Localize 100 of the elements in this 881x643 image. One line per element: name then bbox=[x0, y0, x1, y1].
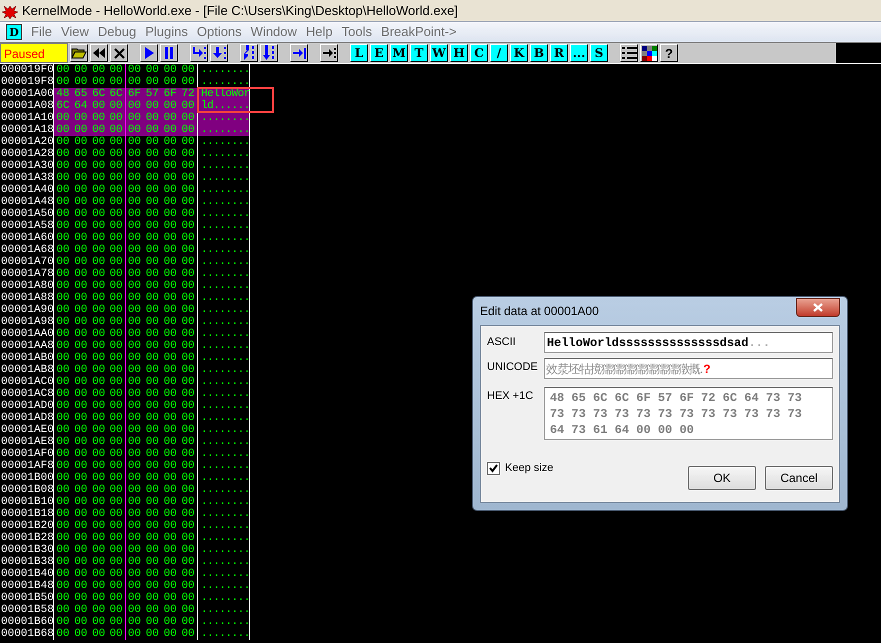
toolbar-button[interactable]: E bbox=[370, 44, 388, 62]
hex-byte: 00 bbox=[162, 388, 178, 400]
ascii-cell: ........ bbox=[198, 616, 250, 628]
hex-byte: 00 bbox=[73, 400, 88, 412]
menu-item[interactable]: Tools bbox=[342, 22, 372, 42]
hex-byte: 00 bbox=[144, 172, 160, 184]
menu-item[interactable]: Debug bbox=[98, 22, 136, 42]
menu-item[interactable]: Plugins bbox=[145, 22, 188, 42]
toolbar-button[interactable] bbox=[320, 44, 338, 62]
dialog-button[interactable]: Cancel bbox=[765, 466, 833, 490]
menu-item[interactable]: BreakPoint-> bbox=[381, 22, 457, 42]
toolbar-button[interactable]: M bbox=[390, 44, 408, 62]
toolbar-button[interactable]: ... bbox=[570, 44, 588, 62]
address-cell: 00001AA0 bbox=[0, 328, 54, 340]
hex-byte: 00 bbox=[73, 220, 88, 232]
toolbar-button[interactable] bbox=[620, 44, 638, 62]
hex-byte: 00 bbox=[180, 472, 196, 484]
hex-byte: 6C bbox=[108, 88, 126, 100]
hex-byte: 00 bbox=[180, 436, 196, 448]
hex-byte: 00 bbox=[91, 340, 106, 352]
hex-byte: 00 bbox=[162, 304, 178, 316]
hex-byte: 00 bbox=[144, 628, 160, 640]
menu-item[interactable]: File bbox=[31, 22, 52, 42]
hex-byte: 00 bbox=[144, 496, 160, 508]
hex-byte: 00 bbox=[91, 592, 106, 604]
menu-item[interactable]: Options bbox=[196, 22, 242, 42]
hex-field[interactable]: 48 65 6C 6C 6F 57 6F 72 6C 64 73 73 73 73 73 73 73 73 73 73 73 73 73 73 64 73 61 64 00 00 00 bbox=[544, 387, 833, 440]
hex-byte: 00 bbox=[55, 616, 71, 628]
address-cell: 00001B58 bbox=[0, 604, 54, 616]
close-button[interactable] bbox=[796, 298, 840, 316]
hex-byte: 00 bbox=[73, 244, 88, 256]
toolbar-button[interactable] bbox=[90, 44, 108, 62]
hex-byte: 00 bbox=[73, 208, 88, 220]
toolbar-button[interactable]: R bbox=[550, 44, 568, 62]
hex-byte: 00 bbox=[126, 148, 142, 160]
hex-byte: 00 bbox=[91, 64, 106, 76]
hex-byte: 00 bbox=[55, 268, 71, 280]
hex-byte: 00 bbox=[54, 124, 72, 136]
hex-byte: 00 bbox=[91, 496, 106, 508]
address-cell: 00001AF8 bbox=[0, 460, 54, 472]
hex-byte: 00 bbox=[91, 268, 106, 280]
hex-byte: 00 bbox=[91, 364, 106, 376]
toolbar-button[interactable]: K bbox=[510, 44, 528, 62]
hex-byte: 00 bbox=[55, 196, 71, 208]
help-button[interactable]: ? bbox=[660, 44, 678, 62]
toolbar-button[interactable]: C bbox=[470, 44, 488, 62]
toolbar-button[interactable] bbox=[240, 44, 258, 62]
toolbar-button[interactable] bbox=[110, 44, 128, 62]
hex-byte: 00 bbox=[91, 184, 106, 196]
address-cell: 00001A40 bbox=[0, 184, 54, 196]
menu-badge[interactable]: D bbox=[6, 24, 22, 40]
hex-byte: 00 bbox=[91, 544, 106, 556]
address-cell: 00001AD0 bbox=[0, 400, 54, 412]
hex-byte: 00 bbox=[144, 604, 160, 616]
hex-byte: 00 bbox=[126, 508, 142, 520]
address-cell: 00001B28 bbox=[0, 532, 54, 544]
hex-byte: 00 bbox=[91, 628, 106, 640]
ascii-cell: ........ bbox=[198, 64, 250, 76]
hex-byte: 00 bbox=[73, 520, 88, 532]
toolbar-button[interactable] bbox=[160, 44, 178, 62]
toolbar-button[interactable] bbox=[140, 44, 158, 62]
hex-byte: 00 bbox=[162, 580, 178, 592]
menu-item[interactable]: Help bbox=[306, 22, 333, 42]
toolbar-button[interactable] bbox=[190, 44, 208, 62]
toolbar-button[interactable] bbox=[290, 44, 308, 62]
toolbar-button[interactable]: W bbox=[430, 44, 448, 62]
hex-byte: 00 bbox=[108, 244, 126, 256]
hex-byte: 00 bbox=[108, 268, 126, 280]
hex-byte: 00 bbox=[144, 280, 160, 292]
hex-byte: 00 bbox=[73, 424, 88, 436]
hex-byte: 00 bbox=[73, 568, 88, 580]
toolbar-button[interactable] bbox=[260, 44, 278, 62]
menu-item[interactable]: View bbox=[60, 22, 89, 42]
hex-byte: 00 bbox=[55, 256, 71, 268]
hex-byte: 00 bbox=[108, 160, 126, 172]
field-suffix: ... bbox=[748, 334, 770, 352]
ascii-cell: ........ bbox=[198, 112, 250, 124]
hex-byte: 6C bbox=[54, 100, 72, 112]
toolbar-button[interactable] bbox=[70, 44, 88, 62]
toolbar-button[interactable]: B bbox=[530, 44, 548, 62]
hex-byte: 00 bbox=[126, 160, 142, 172]
toolbar-button[interactable] bbox=[640, 44, 658, 62]
toolbar-button[interactable]: S bbox=[590, 44, 608, 62]
hex-byte: 00 bbox=[126, 244, 142, 256]
return-icon bbox=[292, 46, 306, 60]
ascii-cell: ........ bbox=[198, 388, 250, 400]
menu-item[interactable]: Window bbox=[250, 22, 297, 42]
keep-size-checkbox[interactable] bbox=[487, 462, 500, 475]
list-icon bbox=[622, 46, 636, 60]
toolbar-button[interactable] bbox=[210, 44, 228, 62]
toolbar-button[interactable]: L bbox=[350, 44, 368, 62]
unicode-field[interactable]: 效汬坯牯摬獳獳獳獳獳獳獳獤摡.? bbox=[544, 358, 833, 379]
toolbar-button[interactable]: H bbox=[450, 44, 468, 62]
toolbar-button[interactable]: T bbox=[410, 44, 428, 62]
hex-byte: 00 bbox=[108, 604, 126, 616]
address-cell: 00001A78 bbox=[0, 268, 54, 280]
hex-byte: 72 bbox=[179, 88, 197, 100]
ascii-field[interactable]: HelloWorldssssssssssssssdsad... bbox=[544, 332, 833, 353]
toolbar-button[interactable]: / bbox=[490, 44, 508, 62]
dialog-button[interactable]: OK bbox=[688, 466, 756, 490]
